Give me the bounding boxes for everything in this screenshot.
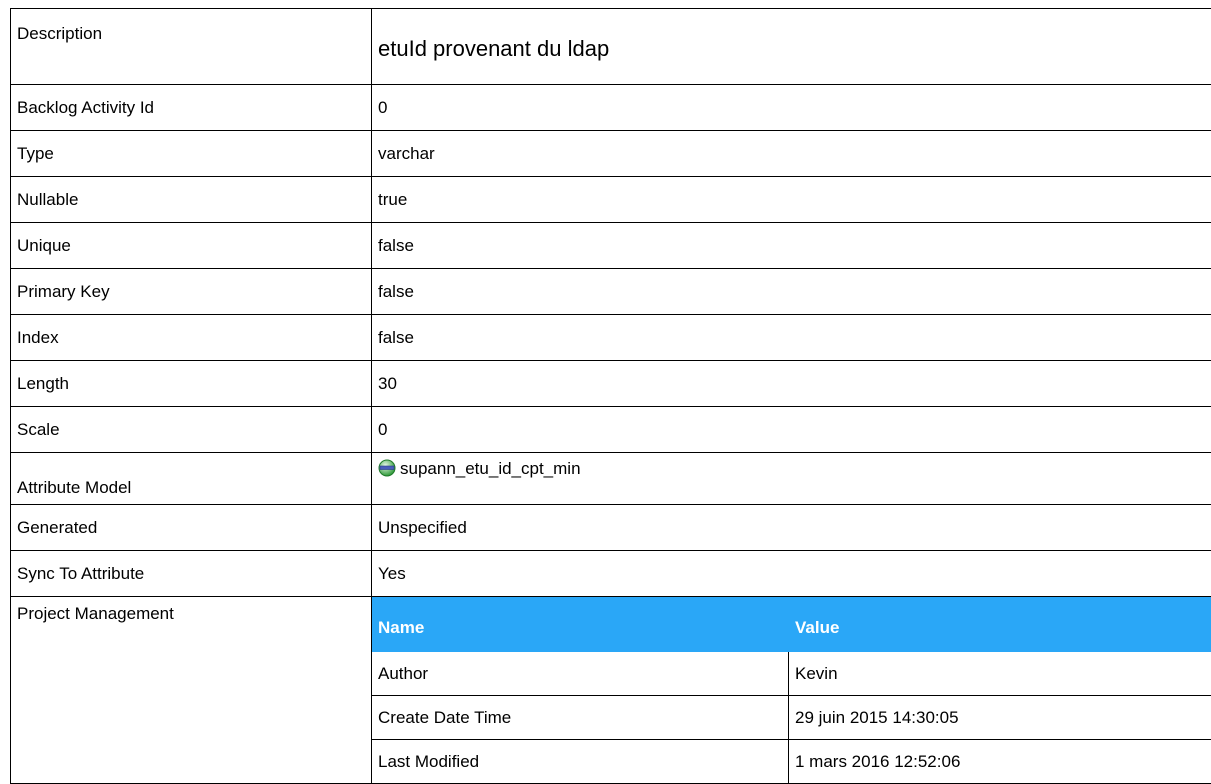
row-value: Yes [372,551,1211,597]
row-label: Index [11,315,372,361]
row-value: supann_etu_id_cpt_min [372,453,1211,505]
row-project-management: Project Management Name Value Author Kev… [11,597,1211,784]
project-management-table: Name Value Author Kevin Create Date Time… [372,597,1211,783]
row-description: Description etuId provenant du ldap [11,9,1211,85]
row-length: Length 30 [11,361,1211,407]
row-label: Backlog Activity Id [11,85,372,131]
attribute-model-icon [378,459,396,477]
table-header-row: Name Value [372,597,1211,652]
row-value: false [372,223,1211,269]
row-label: Scale [11,407,372,453]
row-label: Type [11,131,372,177]
row-value: 0 [372,85,1211,131]
row-value: Unspecified [372,505,1211,551]
row-label: Attribute Model [11,453,372,505]
row-backlog-activity-id: Backlog Activity Id 0 [11,85,1211,131]
table-cell: 29 juin 2015 14:30:05 [789,696,1211,740]
row-sync-to-attribute: Sync To Attribute Yes [11,551,1211,597]
row-label: Length [11,361,372,407]
row-index: Index false [11,315,1211,361]
table-cell: 1 mars 2016 12:52:06 [789,740,1211,784]
row-scale: Scale 0 [11,407,1211,453]
row-generated: Generated Unspecified [11,505,1211,551]
row-label: Description [11,9,372,85]
row-value: false [372,269,1211,315]
row-label: Sync To Attribute [11,551,372,597]
column-header-value: Value [789,597,1211,652]
row-value: etuId provenant du ldap [372,9,1211,85]
row-unique: Unique false [11,223,1211,269]
row-label: Generated [11,505,372,551]
table-cell: Create Date Time [372,696,789,740]
row-value: true [372,177,1211,223]
row-type: Type varchar [11,131,1211,177]
table-row: Author Kevin [372,652,1211,696]
table-cell: Kevin [789,652,1211,696]
properties-table: Description etuId provenant du ldap Back… [10,8,1211,784]
table-cell: Last Modified [372,740,789,784]
table-row: Create Date Time 29 juin 2015 14:30:05 [372,696,1211,740]
attribute-model-link[interactable]: supann_etu_id_cpt_min [400,459,581,478]
row-value: 30 [372,361,1211,407]
row-nullable: Nullable true [11,177,1211,223]
row-value: false [372,315,1211,361]
row-label: Primary Key [11,269,372,315]
table-row: Last Modified 1 mars 2016 12:52:06 [372,740,1211,784]
row-value: varchar [372,131,1211,177]
column-header-name: Name [372,597,789,652]
row-label: Project Management [11,597,372,784]
row-label: Nullable [11,177,372,223]
row-value: Name Value Author Kevin Create Date Time… [372,597,1211,784]
row-attribute-model: Attribute Model supann_etu_id_cpt_min [11,453,1211,505]
table-cell: Author [372,652,789,696]
row-label: Unique [11,223,372,269]
row-value: 0 [372,407,1211,453]
row-primary-key: Primary Key false [11,269,1211,315]
